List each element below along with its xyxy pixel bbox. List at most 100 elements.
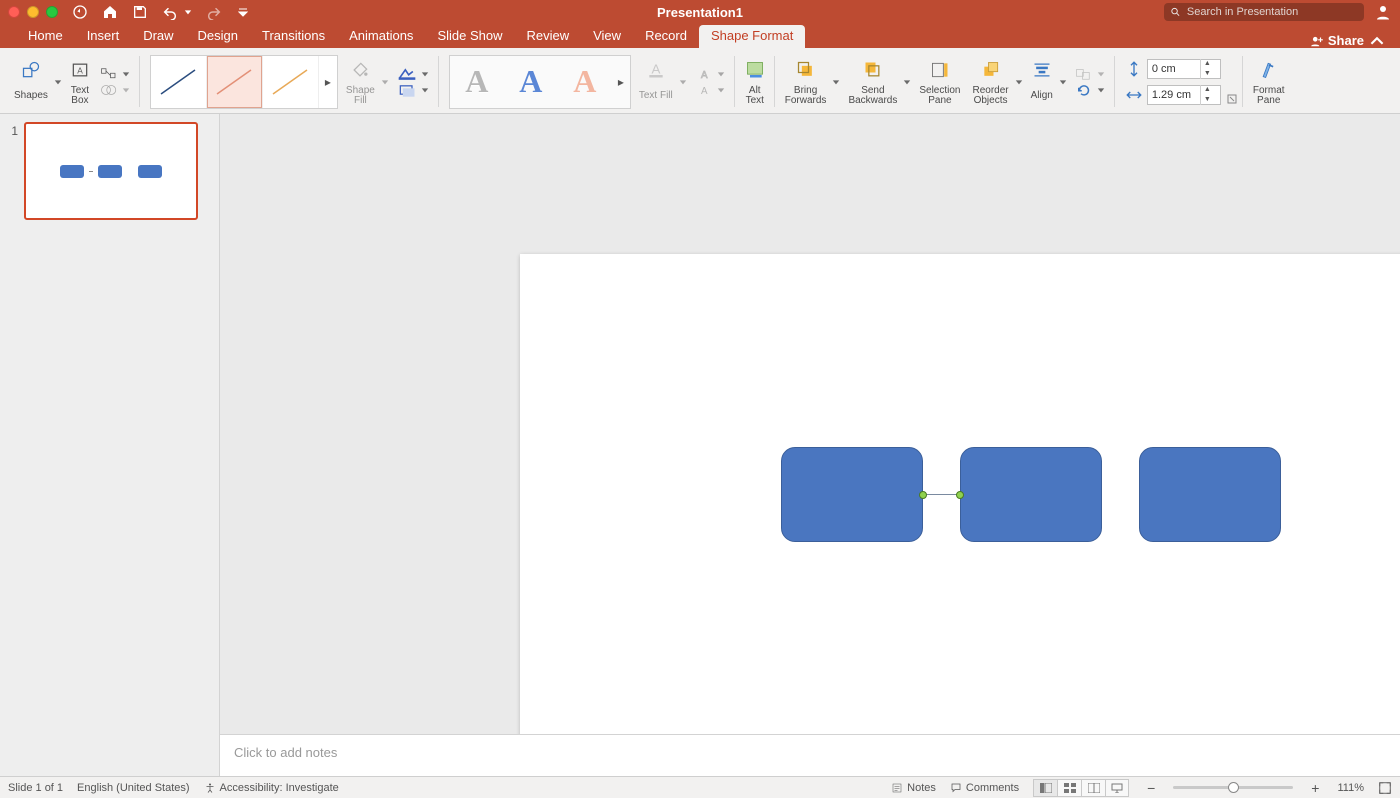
shape-style-2[interactable] <box>207 56 263 108</box>
group-icon[interactable] <box>1075 67 1093 81</box>
connector-line[interactable] <box>923 494 960 495</box>
rotate-dropdown-icon[interactable] <box>1097 86 1105 94</box>
share-button[interactable]: Share <box>1310 33 1364 48</box>
textbox-button[interactable]: A Text Box <box>66 54 94 109</box>
style-gallery-next-icon[interactable]: ▸ <box>319 56 337 108</box>
slide-canvas-area[interactable] <box>220 114 1400 734</box>
search-input[interactable] <box>1187 6 1358 18</box>
alt-text-button[interactable]: Alt Text <box>741 54 769 109</box>
collapse-ribbon-icon[interactable] <box>1370 34 1384 48</box>
align-dropdown-icon[interactable] <box>1059 78 1067 86</box>
zoom-in-button[interactable]: + <box>1307 780 1323 796</box>
tab-animations[interactable]: Animations <box>337 25 425 48</box>
redo-icon[interactable] <box>206 4 222 20</box>
zoom-slider[interactable] <box>1173 786 1293 789</box>
bring-forward-dropdown-icon[interactable] <box>832 78 840 86</box>
wordart-style-1[interactable]: A <box>450 56 504 108</box>
status-notes-button[interactable]: Notes <box>891 782 936 794</box>
align-label: Align <box>1031 85 1053 107</box>
normal-view-button[interactable] <box>1033 779 1057 797</box>
tab-insert[interactable]: Insert <box>75 25 132 48</box>
reorder-dropdown-icon[interactable] <box>1015 78 1023 86</box>
wordart-gallery[interactable]: A A A ▸ <box>449 55 631 109</box>
tab-home[interactable]: Home <box>16 25 75 48</box>
shape-width-input[interactable]: ▲▼ <box>1147 85 1221 105</box>
zoom-level[interactable]: 111% <box>1337 782 1364 794</box>
format-pane-button[interactable]: Format Pane <box>1249 54 1289 109</box>
slide[interactable] <box>520 254 1400 734</box>
shapes-button[interactable]: Shapes <box>10 54 52 109</box>
send-backward-dropdown-icon[interactable] <box>903 78 911 86</box>
rounded-rect-3[interactable] <box>1139 447 1281 542</box>
height-step-up[interactable]: ▲ <box>1201 59 1214 69</box>
rounded-rect-1[interactable] <box>781 447 923 542</box>
save-icon[interactable] <box>132 4 148 20</box>
selection-pane-button[interactable]: Selection Pane <box>915 54 964 109</box>
width-step-down[interactable]: ▼ <box>1201 95 1214 105</box>
rotate-icon[interactable] <box>1075 83 1093 97</box>
size-dialog-launcher-icon[interactable] <box>1227 57 1237 107</box>
shape-outline-icon[interactable] <box>397 67 417 81</box>
account-icon[interactable] <box>1374 3 1392 21</box>
slide-thumbnail-panel[interactable]: 1 <box>0 114 220 734</box>
fit-to-window-button[interactable] <box>1378 781 1392 795</box>
autosave-icon[interactable] <box>72 4 88 20</box>
svg-text:A: A <box>651 61 660 76</box>
home-icon[interactable] <box>102 4 118 20</box>
tab-review[interactable]: Review <box>514 25 581 48</box>
zoom-slider-thumb[interactable] <box>1228 782 1239 793</box>
rounded-rect-2[interactable] <box>960 447 1102 542</box>
shape-effects-icon[interactable] <box>397 83 417 97</box>
shape-fill-dropdown-icon[interactable] <box>381 78 389 86</box>
tab-shape-format[interactable]: Shape Format <box>699 25 805 48</box>
close-window-icon[interactable] <box>8 6 20 18</box>
tab-draw[interactable]: Draw <box>131 25 185 48</box>
shape-width-field[interactable] <box>1148 89 1200 101</box>
zoom-out-button[interactable]: − <box>1143 780 1159 796</box>
group-dropdown-icon[interactable] <box>1097 70 1105 78</box>
notes-pane[interactable]: Click to add notes <box>220 734 1400 776</box>
shapes-dropdown-icon[interactable] <box>54 78 62 86</box>
height-step-down[interactable]: ▼ <box>1201 69 1214 79</box>
reading-view-button[interactable] <box>1081 779 1105 797</box>
connector-endpoint-left[interactable] <box>919 491 927 499</box>
undo-icon[interactable] <box>162 4 178 20</box>
zoom-window-icon[interactable] <box>46 6 58 18</box>
align-button[interactable]: Align <box>1027 54 1057 109</box>
width-step-up[interactable]: ▲ <box>1201 85 1214 95</box>
undo-dropdown-icon[interactable] <box>184 8 192 16</box>
qat-overflow-icon[interactable] <box>238 7 248 17</box>
text-fill-dropdown-icon[interactable] <box>679 78 687 86</box>
minimize-window-icon[interactable] <box>27 6 39 18</box>
outline-dropdown-icon[interactable] <box>421 70 429 78</box>
status-language[interactable]: English (United States) <box>77 782 190 794</box>
sorter-view-button[interactable] <box>1057 779 1081 797</box>
shape-height-field[interactable] <box>1148 63 1200 75</box>
wordart-style-2[interactable]: A <box>504 56 558 108</box>
status-accessibility[interactable]: Accessibility: Investigate <box>204 782 339 794</box>
slideshow-view-button[interactable] <box>1105 779 1129 797</box>
connector-endpoint-right[interactable] <box>956 491 964 499</box>
wordart-style-3[interactable]: A <box>558 56 612 108</box>
slide-thumbnail-1[interactable] <box>24 122 198 220</box>
effects-dropdown-icon[interactable] <box>421 86 429 94</box>
shape-style-1[interactable] <box>151 56 207 108</box>
status-comments-button[interactable]: Comments <box>950 782 1019 794</box>
tab-view[interactable]: View <box>581 25 633 48</box>
tab-transitions[interactable]: Transitions <box>250 25 337 48</box>
shape-style-3[interactable] <box>263 56 319 108</box>
send-backward-button[interactable]: Send Backwards <box>844 54 901 109</box>
edit-points-icon[interactable] <box>100 67 118 81</box>
edit-points-dropdown-icon[interactable] <box>122 70 130 78</box>
status-slide[interactable]: Slide 1 of 1 <box>8 782 63 794</box>
share-label: Share <box>1328 33 1364 48</box>
shape-height-input[interactable]: ▲▼ <box>1147 59 1221 79</box>
search-box[interactable] <box>1164 3 1364 21</box>
wordart-gallery-next-icon[interactable]: ▸ <box>612 56 630 108</box>
bring-forward-button[interactable]: Bring Forwards <box>781 54 831 109</box>
tab-design[interactable]: Design <box>186 25 250 48</box>
shape-style-gallery[interactable]: ▸ <box>150 55 338 109</box>
reorder-objects-button[interactable]: Reorder Objects <box>968 54 1012 109</box>
tab-slideshow[interactable]: Slide Show <box>425 25 514 48</box>
tab-record[interactable]: Record <box>633 25 699 48</box>
